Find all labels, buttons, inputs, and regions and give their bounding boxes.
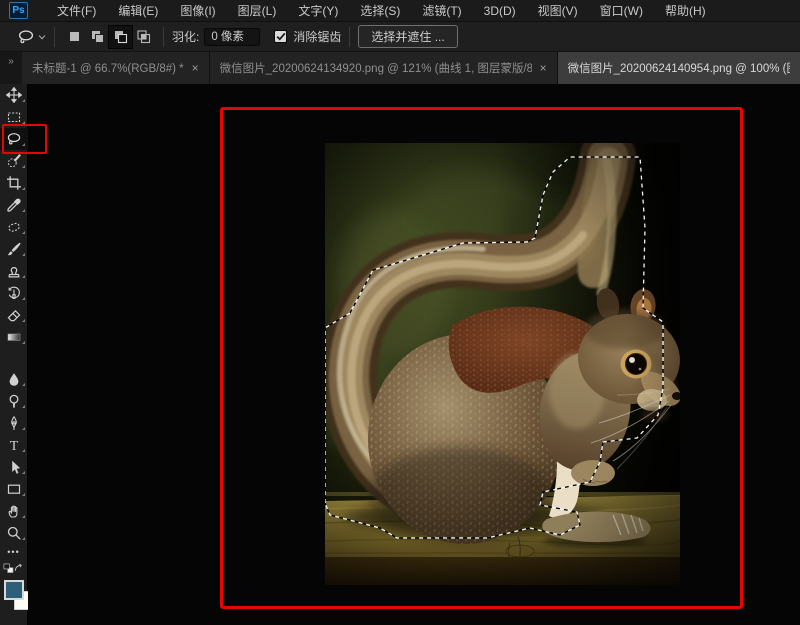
path-selection-icon bbox=[6, 459, 22, 475]
move-icon bbox=[6, 87, 22, 103]
clone-stamp-icon bbox=[6, 263, 22, 279]
squirrel-photo bbox=[325, 143, 680, 585]
new-selection-icon bbox=[67, 29, 82, 44]
marquee-icon bbox=[6, 109, 22, 125]
photoshop-logo-icon: Ps bbox=[9, 2, 28, 19]
clone-stamp-tool[interactable] bbox=[0, 260, 28, 282]
annotation-lasso-tool-red-box bbox=[2, 124, 47, 154]
menu-bar: Ps 文件(F) 编辑(E) 图像(I) 图层(L) 文字(Y) 选择(S) 滤… bbox=[0, 0, 800, 22]
chevron-down-icon bbox=[38, 34, 46, 40]
history-brush-tool[interactable] bbox=[0, 282, 28, 304]
menu-item-help[interactable]: 帮助(H) bbox=[654, 0, 717, 22]
type-tool[interactable]: T bbox=[0, 434, 28, 456]
intersect-selection-icon bbox=[136, 29, 151, 44]
color-controls bbox=[0, 560, 27, 576]
pen-icon bbox=[6, 415, 22, 431]
divider bbox=[349, 27, 350, 47]
divider bbox=[54, 27, 55, 47]
antialias-checkbox[interactable] bbox=[274, 30, 287, 43]
menu-item-view[interactable]: 视图(V) bbox=[527, 0, 589, 22]
document-tab-bar: » 未标题-1 @ 66.7%(RGB/8#) * × 微信图片_2020062… bbox=[0, 52, 800, 84]
tools-panel: T ••• bbox=[0, 84, 28, 625]
gradient-icon bbox=[6, 329, 22, 345]
feather-label: 羽化: bbox=[172, 28, 199, 45]
menu-item-file[interactable]: 文件(F) bbox=[46, 0, 107, 22]
menu-item-type[interactable]: 文字(Y) bbox=[287, 0, 349, 22]
canvas-area[interactable] bbox=[28, 84, 800, 625]
hand-tool[interactable] bbox=[0, 500, 28, 522]
blur-drop-icon bbox=[6, 371, 22, 387]
lasso-icon bbox=[16, 28, 36, 46]
menu-item-window[interactable]: 窗口(W) bbox=[589, 0, 654, 22]
blur-tool[interactable] bbox=[0, 368, 28, 390]
menu-item-edit[interactable]: 编辑(E) bbox=[107, 0, 169, 22]
tool-group-gap bbox=[0, 348, 27, 368]
move-tool[interactable] bbox=[0, 84, 28, 106]
zoom-icon bbox=[6, 525, 22, 541]
close-icon[interactable]: × bbox=[540, 61, 547, 75]
menu-item-filter[interactable]: 滤镜(T) bbox=[411, 0, 472, 22]
hand-icon bbox=[6, 503, 22, 519]
foreground-color-swatch[interactable] bbox=[4, 580, 24, 600]
select-and-mask-button[interactable]: 选择并遮住 ... bbox=[358, 25, 457, 48]
toolbar-collapse-icon[interactable]: » bbox=[0, 52, 22, 84]
zoom-tool[interactable] bbox=[0, 522, 28, 544]
swap-colors-icon[interactable] bbox=[14, 563, 24, 573]
edit-toolbar-ellipsis[interactable]: ••• bbox=[0, 544, 27, 560]
photoshop-window: Ps 文件(F) 编辑(E) 图像(I) 图层(L) 文字(Y) 选择(S) 滤… bbox=[0, 0, 800, 625]
crop-tool[interactable] bbox=[0, 172, 28, 194]
close-icon[interactable]: × bbox=[192, 61, 199, 75]
eyedropper-icon bbox=[6, 197, 22, 213]
new-selection-button[interactable] bbox=[63, 26, 86, 48]
pen-tool[interactable] bbox=[0, 412, 28, 434]
options-bar: 羽化: 0 像素 消除锯齿 选择并遮住 ... bbox=[0, 22, 800, 52]
rectangle-shape-tool[interactable] bbox=[0, 478, 28, 500]
add-selection-icon bbox=[90, 29, 105, 44]
svg-text:T: T bbox=[10, 439, 19, 453]
tool-preset-picker[interactable] bbox=[16, 28, 46, 46]
subtract-selection-button[interactable] bbox=[109, 26, 132, 48]
tab-title: 未标题-1 @ 66.7%(RGB/8#) * bbox=[32, 60, 184, 76]
menu-item-image[interactable]: 图像(I) bbox=[169, 0, 226, 22]
crop-icon bbox=[6, 175, 22, 191]
menu-item-select[interactable]: 选择(S) bbox=[349, 0, 411, 22]
checkmark-icon bbox=[276, 32, 286, 41]
dodge-tool[interactable] bbox=[0, 390, 28, 412]
subtract-selection-icon bbox=[113, 29, 128, 44]
path-selection-tool[interactable] bbox=[0, 456, 28, 478]
brush-tool[interactable] bbox=[0, 238, 28, 260]
feather-input[interactable]: 0 像素 bbox=[204, 28, 260, 46]
menu-item-3d[interactable]: 3D(D) bbox=[473, 0, 527, 22]
healing-brush-icon bbox=[6, 219, 22, 235]
eyedropper-tool[interactable] bbox=[0, 194, 28, 216]
default-colors-icon[interactable] bbox=[3, 563, 14, 574]
color-swatches bbox=[0, 576, 27, 625]
document-image[interactable] bbox=[325, 143, 680, 585]
tab-untitled-1[interactable]: 未标题-1 @ 66.7%(RGB/8#) * × bbox=[22, 52, 210, 84]
add-selection-button[interactable] bbox=[86, 26, 109, 48]
tab-image-134920[interactable]: 微信图片_20200624134920.png @ 121% (曲线 1, 图层… bbox=[210, 52, 558, 84]
eraser-tool[interactable] bbox=[0, 304, 28, 326]
history-brush-icon bbox=[6, 285, 22, 301]
menu-item-layer[interactable]: 图层(L) bbox=[227, 0, 288, 22]
eraser-icon bbox=[6, 307, 22, 323]
type-icon: T bbox=[6, 437, 22, 453]
healing-brush-tool[interactable] bbox=[0, 216, 28, 238]
brush-icon bbox=[6, 241, 22, 257]
menu-items: 文件(F) 编辑(E) 图像(I) 图层(L) 文字(Y) 选择(S) 滤镜(T… bbox=[46, 0, 717, 22]
gradient-tool[interactable] bbox=[0, 326, 28, 348]
intersect-selection-button[interactable] bbox=[132, 26, 155, 48]
antialias-label: 消除锯齿 bbox=[293, 28, 341, 45]
rectangle-shape-icon bbox=[6, 481, 22, 497]
divider bbox=[163, 27, 164, 47]
dodge-icon bbox=[6, 393, 22, 409]
tab-title: 微信图片_20200624140954.png @ 100% (图 bbox=[568, 60, 790, 76]
tab-title: 微信图片_20200624134920.png @ 121% (曲线 1, 图层… bbox=[220, 60, 532, 76]
quick-selection-icon bbox=[6, 153, 22, 169]
tab-image-140954[interactable]: 微信图片_20200624140954.png @ 100% (图 bbox=[558, 52, 800, 84]
